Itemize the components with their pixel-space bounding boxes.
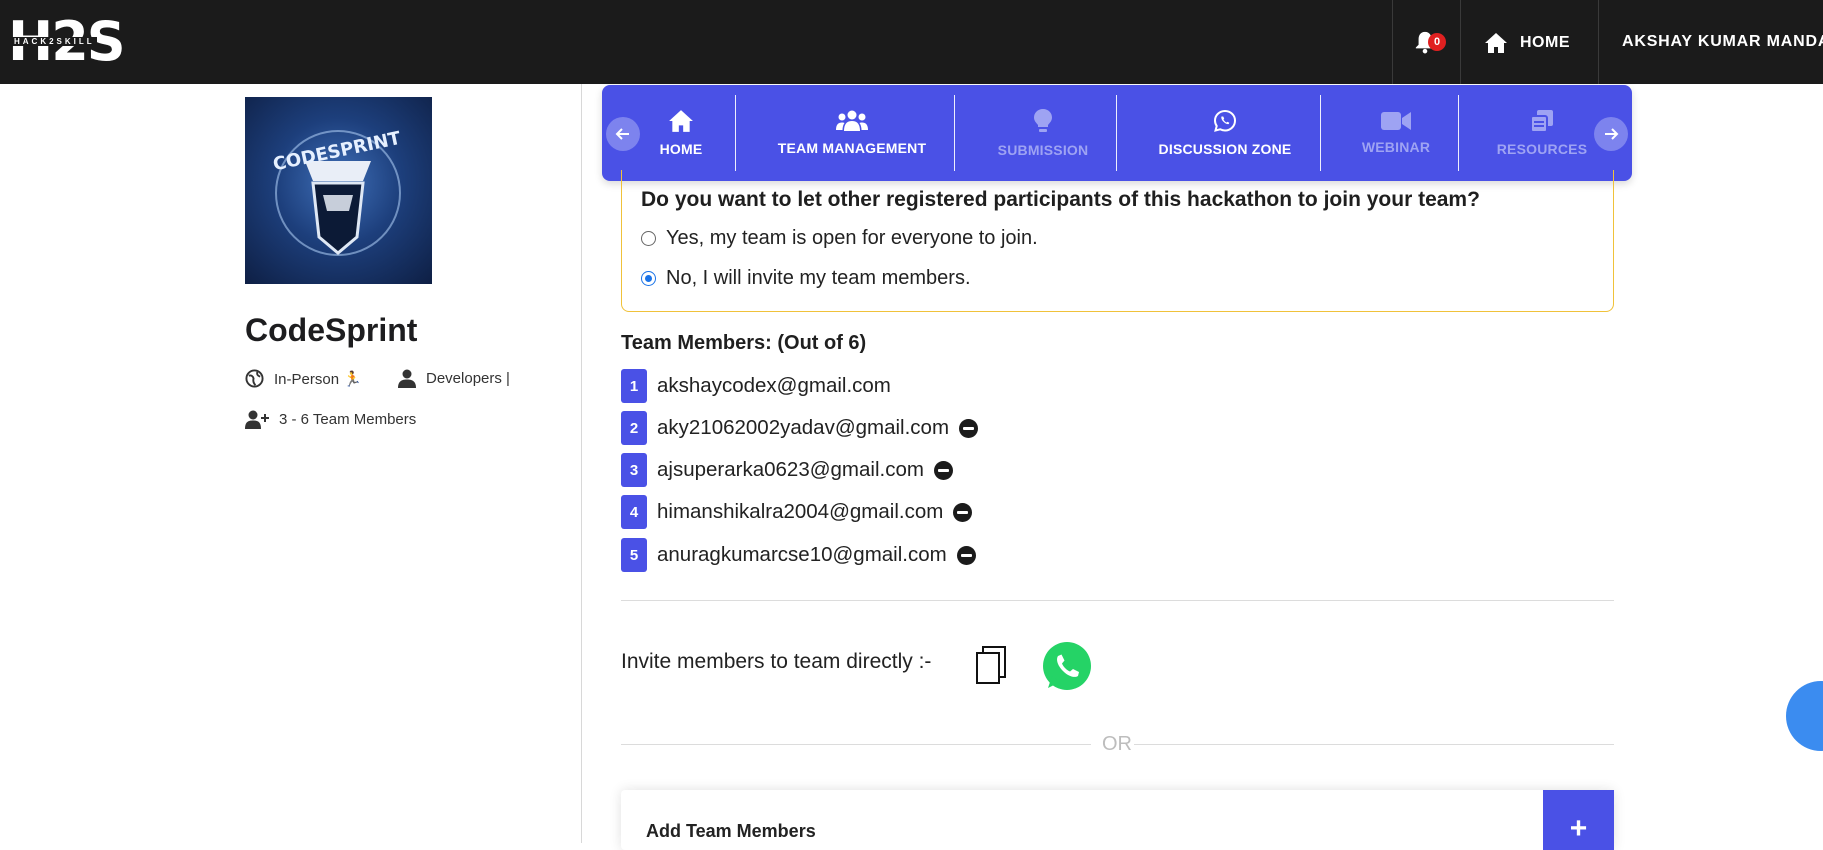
team-invite-only-label: No, I will invite my team members.	[666, 267, 971, 289]
arrow-right-icon	[1605, 128, 1619, 140]
team-member-row: 2 aky21062002yadav@gmail.com	[621, 411, 979, 445]
event-audience-text: Developers |	[426, 370, 510, 387]
member-number-badge: 2	[621, 411, 647, 445]
event-title: CodeSprint	[245, 312, 418, 348]
tab-divider	[954, 95, 955, 171]
hack2skill-logo[interactable]: H2S HACK2SKILL	[8, 14, 136, 70]
top-navbar: H2S HACK2SKILL 0 HOME AKSHAY KUMAR MANDA…	[0, 0, 1823, 84]
nav-home-label: HOME	[1520, 34, 1570, 51]
team-open-label: Yes, my team is open for everyone to joi…	[666, 227, 1038, 249]
member-number-badge: 5	[621, 538, 647, 572]
notification-count-badge: 0	[1428, 33, 1446, 51]
lightbulb-icon	[1034, 109, 1052, 132]
event-mode: In-Person 🏃	[245, 369, 362, 388]
member-email: aky21062002yadav@gmail.com	[657, 416, 950, 439]
users-icon	[836, 110, 868, 131]
remove-member-icon[interactable]	[953, 502, 973, 522]
event-logo-image: CODESPRINT	[245, 97, 432, 284]
tab-webinar-label: WEBINAR	[1361, 139, 1431, 155]
tab-discussion-zone-label: DISCUSSION ZONE	[1158, 141, 1292, 157]
user-icon	[398, 369, 416, 388]
remove-member-icon[interactable]	[956, 545, 976, 565]
tab-divider	[735, 95, 736, 171]
event-team-size-text: 3 - 6 Team Members	[279, 411, 417, 428]
tab-submission[interactable]: SUBMISSION	[968, 85, 1118, 181]
nav-home-link[interactable]: HOME	[1484, 30, 1570, 56]
invite-label: Invite members to team directly :-	[621, 650, 932, 673]
tab-scroll-right-button[interactable]	[1594, 117, 1628, 151]
member-email: himanshikalra2004@gmail.com	[657, 500, 944, 523]
whatsapp-share-icon[interactable]	[1036, 636, 1098, 698]
logo-subtext: HACK2SKILL	[12, 37, 97, 46]
tab-divider	[1320, 95, 1321, 171]
home-icon	[669, 110, 693, 132]
team-member-row: 3 ajsuperarka0623@gmail.com	[621, 453, 953, 487]
member-number-badge: 3	[621, 453, 647, 487]
member-number-badge: 4	[621, 495, 647, 529]
team-members-title: Team Members: (Out of 6)	[621, 332, 867, 354]
add-team-members-card: Add Team Members +	[621, 790, 1614, 850]
team-visibility-card: Do you want to let other registered part…	[621, 170, 1614, 312]
globe-icon	[245, 369, 264, 388]
member-email: akshaycodex@gmail.com	[657, 374, 891, 397]
whatsapp-icon	[1213, 109, 1237, 132]
tab-divider	[1458, 95, 1459, 171]
copy-icon	[1530, 110, 1553, 133]
team-member-row: 1 akshaycodex@gmail.com	[621, 369, 891, 403]
or-divider-right	[1134, 744, 1614, 745]
tab-divider	[1116, 95, 1117, 171]
nav-divider	[1392, 0, 1393, 84]
team-visibility-question: Do you want to let other registered part…	[641, 188, 1480, 211]
team-invite-only-option[interactable]: No, I will invite my team members.	[641, 267, 971, 290]
nav-divider	[1598, 0, 1599, 84]
tab-scroll-left-button[interactable]	[606, 117, 640, 151]
floating-help-button[interactable]	[1786, 681, 1823, 751]
member-number-badge: 1	[621, 369, 647, 403]
section-divider	[621, 600, 1614, 601]
user-plus-icon	[245, 410, 269, 429]
remove-member-icon[interactable]	[959, 418, 979, 438]
event-tab-bar: HOME TEAM MANAGEMENT SUBMISSION DISCUSSI…	[602, 85, 1632, 181]
event-mode-text: In-Person 🏃	[274, 370, 362, 388]
tab-resources[interactable]: RESOURCES	[1472, 85, 1612, 181]
tab-team-management[interactable]: TEAM MANAGEMENT	[749, 85, 955, 181]
home-icon	[1485, 33, 1507, 53]
or-separator: OR	[1102, 733, 1132, 755]
event-audience: Developers |	[398, 369, 510, 388]
arrow-left-icon	[615, 128, 629, 140]
tab-discussion-zone[interactable]: DISCUSSION ZONE	[1130, 85, 1320, 181]
team-open-option[interactable]: Yes, my team is open for everyone to joi…	[641, 227, 1038, 250]
or-divider-left	[621, 744, 1091, 745]
tab-home-label: HOME	[659, 141, 703, 157]
copy-link-icon[interactable]	[976, 646, 1006, 684]
tab-resources-label: RESOURCES	[1496, 141, 1588, 157]
nav-divider	[1460, 0, 1461, 84]
tab-team-management-label: TEAM MANAGEMENT	[777, 140, 927, 156]
tab-submission-label: SUBMISSION	[997, 142, 1089, 158]
remove-member-icon[interactable]	[933, 460, 953, 480]
video-icon	[1381, 112, 1411, 130]
member-email: ajsuperarka0623@gmail.com	[657, 458, 924, 481]
add-member-button[interactable]: +	[1543, 790, 1614, 850]
tab-webinar[interactable]: WEBINAR	[1334, 85, 1458, 181]
team-invite-only-radio[interactable]	[641, 271, 656, 286]
add-team-members-title: Add Team Members	[646, 821, 816, 841]
member-email: anuragkumarcse10@gmail.com	[657, 543, 947, 566]
team-member-row: 5 anuragkumarcse10@gmail.com	[621, 538, 976, 572]
team-member-row: 4 himanshikalra2004@gmail.com	[621, 495, 973, 529]
team-open-radio[interactable]	[641, 231, 656, 246]
tab-home[interactable]: HOME	[646, 85, 716, 181]
user-menu[interactable]: AKSHAY KUMAR MANDAL	[1622, 33, 1823, 51]
column-divider	[581, 84, 582, 843]
event-team-size: 3 - 6 Team Members	[245, 410, 416, 429]
